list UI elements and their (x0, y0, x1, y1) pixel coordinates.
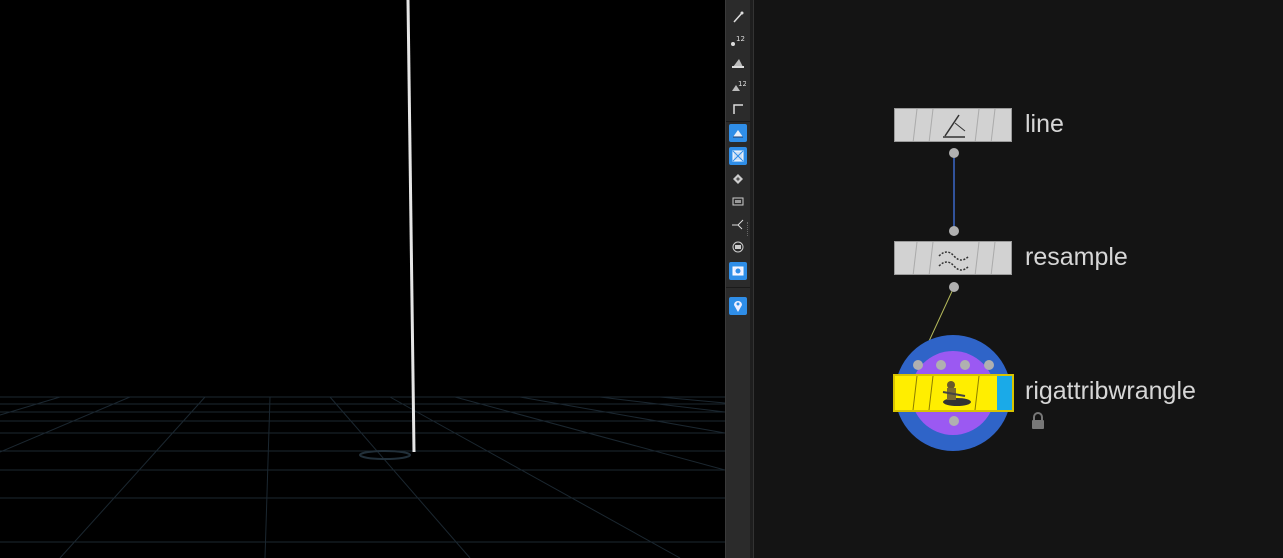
location-pin-icon[interactable] (729, 297, 747, 315)
wrangle-character-icon (912, 376, 1012, 410)
shaded-mode-icon[interactable] (729, 124, 747, 142)
snap-pivot-icon[interactable] (729, 215, 747, 233)
scene-viewport[interactable] (0, 0, 725, 558)
background-image-icon[interactable] (729, 192, 747, 210)
input-connectors[interactable] (912, 359, 996, 371)
primitive-shade-icon[interactable] (729, 54, 747, 72)
point-numbers-text: 12 (736, 35, 745, 43)
input-connector[interactable] (948, 225, 960, 237)
wireframe-grid-icon[interactable] (729, 147, 747, 165)
render-camera-icon[interactable] (729, 262, 747, 280)
origin-handle (359, 450, 411, 460)
node-rigattribwrangle[interactable] (893, 374, 1014, 412)
corner-frame-icon[interactable] (729, 100, 747, 118)
resample-wave-icon (912, 242, 996, 274)
output-connector[interactable] (948, 281, 960, 293)
houdini-workspace: 12 12 line resample rigattribwrangle (0, 0, 1283, 558)
display-circle-icon[interactable] (729, 238, 747, 256)
point-numbers-icon[interactable]: 12 (729, 31, 747, 49)
node-wires (917, 153, 955, 366)
line-geometry (406, 0, 416, 453)
node-line-label: line (1025, 110, 1064, 138)
output-connector[interactable] (948, 415, 960, 427)
toolbar-separator (726, 287, 751, 288)
viewport-grid (0, 0, 725, 558)
display-options-toolbar: 12 12 (725, 0, 751, 558)
primitive-numbers-icon[interactable]: 12 (729, 77, 747, 95)
node-rigattribwrangle-label: rigattribwrangle (1025, 377, 1196, 405)
line-ruler-icon (912, 109, 996, 141)
template-diamond-icon[interactable] (729, 170, 747, 188)
display-flag[interactable] (997, 376, 1012, 410)
node-line[interactable] (894, 108, 1012, 142)
network-editor[interactable]: line resample rigattribwrangle (754, 0, 1283, 558)
lock-icon[interactable] (1030, 412, 1046, 430)
select-brush-icon[interactable] (729, 8, 747, 26)
node-resample[interactable] (894, 241, 1012, 275)
node-resample-label: resample (1025, 243, 1128, 271)
output-connector[interactable] (948, 147, 960, 159)
primitive-numbers-text: 12 (738, 80, 746, 88)
toolbar-separator (726, 121, 751, 122)
